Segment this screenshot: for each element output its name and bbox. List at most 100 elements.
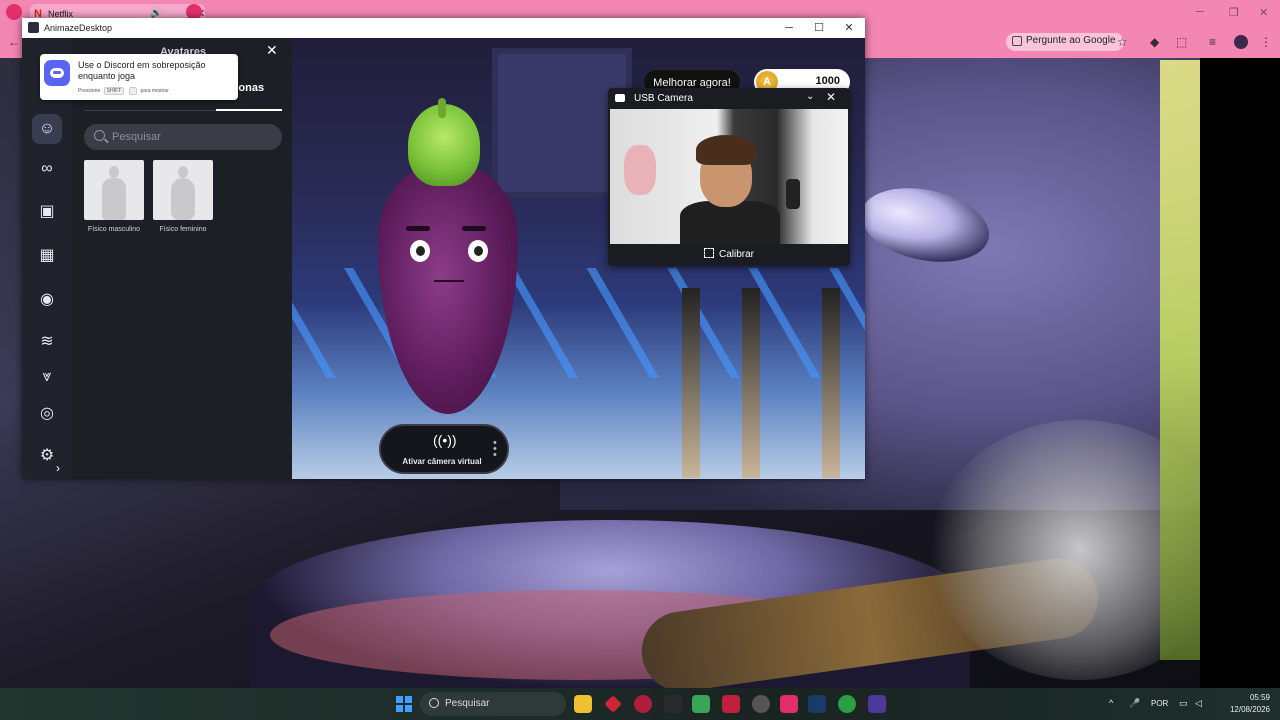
- menu-dots-icon[interactable]: ⋮: [1260, 35, 1272, 49]
- feed-microphone: [786, 179, 800, 209]
- avatar-card-female[interactable]: [153, 160, 213, 220]
- hint-key-shift: SHIFT: [103, 87, 125, 95]
- window-title: AnimazeDesktop: [44, 23, 113, 33]
- app-icon: [28, 22, 39, 33]
- sidebar-item-scenes[interactable]: ▦: [32, 240, 62, 270]
- expand-sidebar-icon[interactable]: ›: [56, 461, 60, 475]
- search-icon: [429, 698, 439, 708]
- sidebar-item-account[interactable]: ◎: [32, 398, 62, 428]
- search-bar: [84, 124, 282, 150]
- virtual-camera-label: Ativar câmera virtual: [402, 457, 482, 466]
- discord-icon: [44, 60, 70, 86]
- taskbar-search[interactable]: Pesquisar: [420, 692, 566, 716]
- calibrate-button[interactable]: Calibrar: [608, 248, 850, 260]
- eggplant-brow-left: [406, 226, 430, 231]
- avatars-panel: Avatares ✕ rsonas Físico masculino Físic…: [72, 38, 292, 479]
- eggplant-mouth: [434, 280, 464, 282]
- camera-preview-panel: USB Camera ⌄ ✕ Calibrar: [608, 88, 850, 266]
- browser-minimize-icon[interactable]: ─: [1196, 6, 1204, 18]
- close-button[interactable]: ✕: [834, 20, 864, 36]
- male-figure-icon: [102, 166, 126, 220]
- building-icon: ▦: [39, 247, 55, 264]
- avatar-stage: Melhorar agora! A 1000 USB Camera ⌄ ✕ Ca…: [292, 38, 865, 479]
- ask-google-label: Pergunte ao Google: [1026, 35, 1116, 46]
- search-input[interactable]: [112, 127, 272, 147]
- search-icon: [94, 130, 105, 141]
- hint-suffix: para mostrar: [140, 88, 169, 94]
- taskbar: Pesquisar ^ 🎤 POR ▭ ◁ 05:59 12/08/2026: [0, 688, 1280, 720]
- browser-maximize-icon[interactable]: ❐: [1229, 6, 1239, 19]
- panel-close-icon[interactable]: ✕: [266, 42, 278, 59]
- extensions-icon[interactable]: ⬚: [1176, 35, 1187, 49]
- window-titlebar: AnimazeDesktop ─ ☐ ✕: [22, 18, 865, 38]
- bg-right-bar: [1200, 58, 1280, 688]
- app-gray-icon[interactable]: [752, 695, 770, 713]
- windows-start-icon[interactable]: [396, 696, 412, 712]
- chevron-up-icon[interactable]: ^: [1109, 698, 1113, 708]
- ask-google-button[interactable]: Pergunte ao Google: [1006, 33, 1124, 51]
- sidebar-rail: ☺ ∞ ▣ ▦ ◉ ≋ ⩔ ◎ ⚙: [22, 38, 72, 479]
- hint-prefix: Pressione: [78, 88, 101, 94]
- virtual-camera-button[interactable]: ((•)) Ativar câmera virtual • • •: [379, 424, 509, 474]
- back-arrow-icon[interactable]: ←: [8, 35, 20, 49]
- sidebar-item-avatars[interactable]: ☺: [32, 114, 62, 144]
- avatar-icon: ☺: [38, 120, 56, 137]
- sidebar-item-animations[interactable]: ≋: [32, 326, 62, 356]
- coin-value: 1000: [815, 75, 840, 87]
- avatar-label-female: Físico feminino: [159, 226, 207, 233]
- webcam-feed: [610, 109, 848, 244]
- stage-pillar: [742, 288, 760, 478]
- camera-close-icon[interactable]: ✕: [826, 90, 836, 104]
- app-k-icon[interactable]: [664, 695, 682, 713]
- sidebar-item-props[interactable]: ∞: [32, 154, 62, 184]
- google-lens-icon: [1012, 36, 1022, 46]
- discord-overlay-toast[interactable]: Use o Discord em sobreposição enquanto j…: [40, 54, 238, 100]
- eggplant-eye-left: [410, 240, 430, 262]
- volume-icon[interactable]: ◁: [1195, 698, 1202, 709]
- taskbar-search-label: Pesquisar: [445, 698, 490, 709]
- language-indicator[interactable]: POR: [1151, 699, 1168, 708]
- tab-active-indicator: [216, 109, 282, 111]
- microphone-icon[interactable]: 🎤: [1129, 698, 1140, 709]
- clock-time[interactable]: 05:59: [1216, 693, 1270, 702]
- camera-header: USB Camera ⌄ ✕: [608, 88, 850, 108]
- discord-hint: Pressione SHIFT ` para mostrar: [78, 87, 169, 95]
- calibrate-icon: [703, 248, 714, 258]
- sidebar-item-backgrounds[interactable]: ▣: [32, 196, 62, 226]
- clock-date[interactable]: 12/08/2026: [1216, 705, 1270, 714]
- eggplant-eye-right: [468, 240, 488, 262]
- avatar-card-male[interactable]: [84, 160, 144, 220]
- calibrate-label: Calibrar: [718, 249, 754, 260]
- sidebar-item-emotes[interactable]: ⩔: [32, 362, 62, 392]
- feed-hair: [696, 135, 756, 165]
- hint-key-backtick: `: [129, 87, 138, 95]
- eggplant-avatar: [370, 98, 520, 434]
- app-circle-icon[interactable]: [634, 695, 652, 713]
- browser-close-icon[interactable]: ✕: [1259, 6, 1268, 19]
- tiktok-icon[interactable]: [780, 695, 798, 713]
- wave-icon: ≋: [40, 333, 54, 350]
- more-options-icon[interactable]: • • •: [493, 438, 497, 461]
- minimize-button[interactable]: ─: [774, 20, 804, 36]
- flag-icon[interactable]: ◆: [1150, 35, 1159, 49]
- eggplant-stem: [438, 98, 446, 118]
- maximize-button[interactable]: ☐: [804, 20, 834, 36]
- steam-icon[interactable]: [808, 695, 826, 713]
- file-explorer-icon[interactable]: [574, 695, 592, 713]
- app-red-icon[interactable]: [722, 695, 740, 713]
- chrome-icon[interactable]: [838, 695, 856, 713]
- browser-tab-icon[interactable]: [6, 4, 22, 20]
- broadcast-icon: ((•)): [433, 432, 457, 448]
- star-icon[interactable]: ☆: [1117, 35, 1128, 49]
- sidebar-item-camera[interactable]: ◉: [32, 284, 62, 314]
- female-figure-icon: [171, 166, 195, 220]
- profile-avatar[interactable]: [1234, 35, 1248, 49]
- app-green-icon[interactable]: [692, 695, 710, 713]
- discord-message: Use o Discord em sobreposição enquanto j…: [78, 60, 206, 81]
- eggplant-body: [378, 164, 518, 414]
- animaze-taskbar-icon[interactable]: [868, 695, 886, 713]
- chevron-down-icon[interactable]: ⌄: [806, 91, 814, 102]
- playlist-icon[interactable]: ≡: [1209, 35, 1216, 49]
- network-icon[interactable]: ▭: [1179, 698, 1188, 709]
- feed-plush-bear: [624, 145, 656, 195]
